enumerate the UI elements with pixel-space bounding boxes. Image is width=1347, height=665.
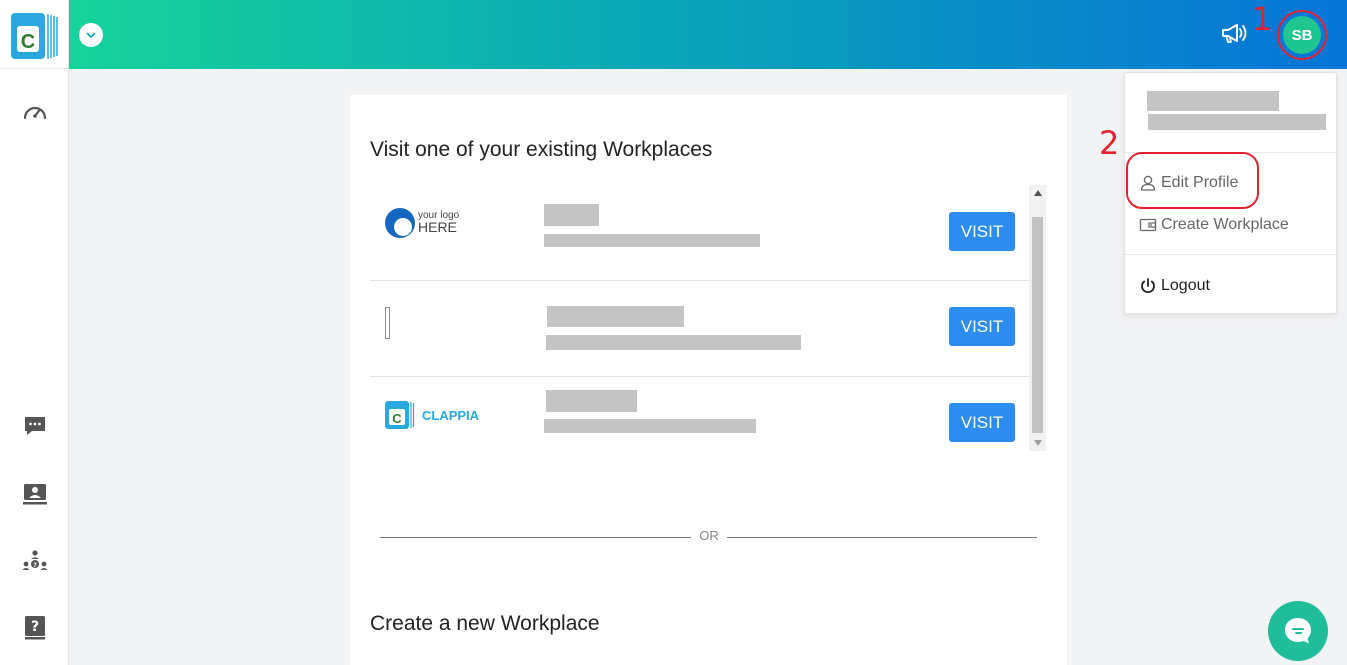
logout-label: Logout xyxy=(1161,277,1210,294)
visit-button[interactable]: VISIT xyxy=(949,307,1015,346)
chat-icon xyxy=(25,417,45,435)
svg-text:?: ? xyxy=(31,619,39,635)
user-email-placeholder xyxy=(1148,114,1326,130)
workplace-logo: C CLAPPIA xyxy=(384,397,494,436)
sidebar-item-contacts[interactable] xyxy=(20,479,50,509)
workplace-detail-placeholder xyxy=(546,335,801,350)
annotation-step-1: 1 xyxy=(1252,0,1273,38)
workplace-row: VISIT xyxy=(370,281,1029,377)
workplace-name-placeholder xyxy=(547,306,684,327)
clappia-brand-icon: C CLAPPIA xyxy=(385,401,480,429)
sidebar: C ? ? xyxy=(0,0,69,665)
chat-support-button[interactable] xyxy=(1268,601,1328,661)
divider-line xyxy=(727,537,1037,538)
wallet-icon xyxy=(1139,218,1157,232)
workplace-logo: your logo HERE xyxy=(384,205,474,246)
create-workplace-menu-item[interactable]: Create Workplace xyxy=(1139,213,1289,237)
svg-text:C: C xyxy=(392,411,402,426)
workplace-list-scrollbar[interactable] xyxy=(1029,185,1046,451)
divider-line xyxy=(380,537,691,538)
logout-menu-item[interactable]: Logout xyxy=(1139,274,1210,298)
scroll-down-arrow[interactable] xyxy=(1029,435,1046,451)
triangle-up-icon xyxy=(1033,190,1042,196)
sidebar-item-help[interactable]: ? xyxy=(20,613,50,643)
speedometer-icon xyxy=(23,106,47,120)
app-logo[interactable]: C xyxy=(0,0,69,69)
user-name-placeholder xyxy=(1147,91,1279,111)
existing-workplaces-heading: Visit one of your existing Workplaces xyxy=(370,138,713,161)
svg-text:?: ? xyxy=(33,561,37,569)
user-avatar-button[interactable]: SB xyxy=(1283,16,1321,54)
workplace-card: Visit one of your existing Workplaces yo… xyxy=(350,95,1067,665)
announcements-button[interactable] xyxy=(1220,21,1250,47)
workplace-row: C CLAPPIA VISIT xyxy=(370,377,1029,473)
app-root: C ? ? SB 1 2 Visit one of your existing … xyxy=(0,0,1347,665)
workplace-list: your logo HERE VISIT VISIT C CLAPPIA VIS… xyxy=(370,185,1048,451)
workplace-name-placeholder xyxy=(546,390,637,412)
workplace-detail-placeholder xyxy=(544,234,760,247)
svg-text:HERE: HERE xyxy=(418,219,457,235)
workplace-logo xyxy=(385,307,390,339)
top-header: SB xyxy=(69,0,1347,69)
or-label: OR xyxy=(699,528,719,543)
create-workplace-heading: Create a new Workplace xyxy=(370,612,600,635)
menu-divider xyxy=(1125,254,1336,255)
chevron-down-icon xyxy=(86,32,96,38)
svg-text:CLAPPIA: CLAPPIA xyxy=(422,408,480,423)
annotation-step-2: 2 xyxy=(1099,124,1120,162)
svg-text:C: C xyxy=(21,31,35,53)
visit-button[interactable]: VISIT xyxy=(949,212,1015,251)
power-icon xyxy=(1141,278,1155,293)
team-help-icon: ? xyxy=(22,550,48,570)
workplace-dropdown-button[interactable] xyxy=(79,23,103,47)
megaphone-icon xyxy=(1222,24,1247,43)
create-workplace-label: Create Workplace xyxy=(1161,216,1289,233)
contact-card-icon xyxy=(23,484,47,505)
help-book-icon: ? xyxy=(25,616,45,640)
workplace-name-placeholder xyxy=(544,204,599,226)
workplace-row: your logo HERE VISIT xyxy=(370,185,1029,281)
avatar-highlight-ring: SB xyxy=(1277,10,1327,60)
clappia-logo-icon: C xyxy=(11,13,58,59)
scroll-thumb[interactable] xyxy=(1032,217,1043,433)
sidebar-item-team[interactable]: ? xyxy=(20,546,50,576)
chat-bubble-icon xyxy=(1285,618,1311,644)
or-divider: OR xyxy=(380,528,1037,548)
edit-profile-highlight-ring xyxy=(1126,152,1259,209)
sidebar-item-chat[interactable] xyxy=(20,411,50,441)
visit-button[interactable]: VISIT xyxy=(949,403,1015,442)
scroll-up-arrow[interactable] xyxy=(1029,185,1046,201)
sidebar-item-dashboard[interactable] xyxy=(20,98,50,128)
placeholder-logo-icon: your logo HERE xyxy=(385,208,460,238)
triangle-down-icon xyxy=(1033,440,1042,446)
workplace-detail-placeholder xyxy=(544,419,756,433)
